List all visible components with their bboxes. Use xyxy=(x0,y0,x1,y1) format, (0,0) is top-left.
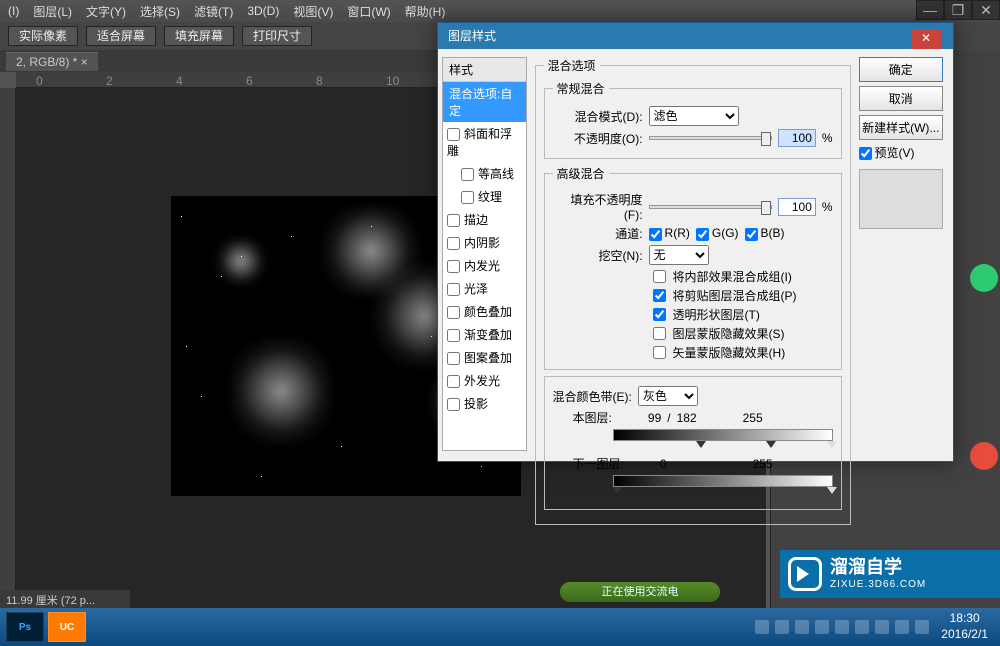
vector-mask-hides-checkbox[interactable] xyxy=(653,346,666,359)
menu-item[interactable]: (I) xyxy=(8,4,19,18)
menu-item[interactable]: 窗口(W) xyxy=(347,3,390,20)
ruler-vertical xyxy=(0,88,16,608)
this-layer-slider[interactable] xyxy=(613,429,833,441)
menu-bar: (I) 图层(L) 文字(Y) 选择(S) 滤镜(T) 3D(D) 视图(V) … xyxy=(0,0,1000,22)
advanced-blending-group: 高级混合 填充不透明度(F): % 通道: R(R) G(G) B(B) xyxy=(544,165,842,370)
fill-opacity-slider[interactable] xyxy=(649,205,772,209)
tray-icon[interactable] xyxy=(895,620,909,634)
layer-mask-hides-checkbox[interactable] xyxy=(653,327,666,340)
style-list-header: 样式 xyxy=(443,58,526,82)
system-tray: 18:302016/2/1 xyxy=(755,611,994,642)
group-label: 常规混合 xyxy=(553,80,609,97)
maximize-button[interactable]: ❐ xyxy=(944,0,972,20)
channel-r[interactable]: R(R) xyxy=(649,226,690,240)
taskbar-uc-icon[interactable]: UC xyxy=(48,612,86,642)
transparency-shapes-checkbox[interactable] xyxy=(653,308,666,321)
ok-button[interactable]: 确定 xyxy=(859,57,943,82)
blend-clipped-checkbox[interactable] xyxy=(653,289,666,302)
fill-screen-button[interactable]: 填充屏幕 xyxy=(164,26,234,46)
blend-if-label: 混合颜色带(E): xyxy=(553,388,632,405)
play-icon xyxy=(788,557,822,591)
tool-circle-green[interactable] xyxy=(970,264,998,292)
menu-item[interactable]: 选择(S) xyxy=(140,3,180,20)
tray-icon[interactable] xyxy=(755,620,769,634)
taskbar-photoshop-icon[interactable]: Ps xyxy=(6,612,44,642)
style-drop-shadow[interactable]: 投影 xyxy=(443,392,526,415)
status-bar: 11.99 厘米 (72 p... xyxy=(0,590,130,608)
channel-g[interactable]: G(G) xyxy=(696,226,739,240)
close-button[interactable]: ✕ xyxy=(972,0,1000,20)
tray-icon[interactable] xyxy=(795,620,809,634)
style-bevel[interactable]: 斜面和浮雕 xyxy=(443,122,526,162)
tray-icon[interactable] xyxy=(815,620,829,634)
tool-circle-red[interactable] xyxy=(970,442,998,470)
menu-item[interactable]: 3D(D) xyxy=(247,4,279,18)
document-tab[interactable]: 2, RGB/8) * × xyxy=(6,52,98,71)
preview-swatch xyxy=(859,169,943,229)
tray-icon[interactable] xyxy=(875,620,889,634)
blend-mode-label: 混合模式(D): xyxy=(553,108,643,125)
style-list: 样式 混合选项:自定 斜面和浮雕 等高线 纹理 描边 内阴影 内发光 光泽 颜色… xyxy=(442,57,527,451)
group-label: 高级混合 xyxy=(553,165,609,182)
blend-if-select[interactable]: 灰色 xyxy=(638,386,698,406)
blend-interior-checkbox[interactable] xyxy=(653,270,666,283)
fill-opacity-label: 填充不透明度(F): xyxy=(553,191,643,222)
menu-item[interactable]: 视图(V) xyxy=(293,3,333,20)
side-tools xyxy=(970,250,1000,484)
style-pattern-overlay[interactable]: 图案叠加 xyxy=(443,346,526,369)
general-blending-group: 常规混合 混合模式(D): 滤色 不透明度(O): % xyxy=(544,80,842,159)
group-label: 混合选项 xyxy=(544,57,600,74)
dialog-title: 图层样式 xyxy=(448,27,496,45)
knockout-label: 挖空(N): xyxy=(553,247,643,264)
underlying-layer-label: 下一图层: xyxy=(573,455,624,472)
blend-mode-select[interactable]: 滤色 xyxy=(649,106,739,126)
menu-item[interactable]: 帮助(H) xyxy=(405,3,446,20)
actual-pixels-button[interactable]: 实际像素 xyxy=(8,26,78,46)
opacity-label: 不透明度(O): xyxy=(553,130,643,147)
style-color-overlay[interactable]: 颜色叠加 xyxy=(443,300,526,323)
style-inner-glow[interactable]: 内发光 xyxy=(443,254,526,277)
print-size-button[interactable]: 打印尺寸 xyxy=(242,26,312,46)
knockout-select[interactable]: 无 xyxy=(649,245,709,265)
opacity-slider[interactable] xyxy=(649,136,772,140)
tray-icon[interactable] xyxy=(775,620,789,634)
style-texture[interactable]: 纹理 xyxy=(443,185,526,208)
menu-item[interactable]: 图层(L) xyxy=(33,3,72,20)
taskbar: Ps UC 18:302016/2/1 xyxy=(0,608,1000,646)
ac-power-badge: 正在使用交流电 xyxy=(560,582,720,602)
tray-icon[interactable] xyxy=(855,620,869,634)
channels-label: 通道: xyxy=(553,225,643,242)
opacity-input[interactable] xyxy=(778,129,816,147)
style-gradient-overlay[interactable]: 渐变叠加 xyxy=(443,323,526,346)
blend-if-group: 混合颜色带(E): 灰色 本图层: 99 / 182 255 下一图层: xyxy=(544,376,842,510)
fit-screen-button[interactable]: 适合屏幕 xyxy=(86,26,156,46)
new-style-button[interactable]: 新建样式(W)... xyxy=(859,115,943,140)
underlying-layer-slider[interactable] xyxy=(613,475,833,487)
preview-checkbox[interactable]: 预览(V) xyxy=(859,144,943,161)
taskbar-clock[interactable]: 18:302016/2/1 xyxy=(935,611,994,642)
style-satin[interactable]: 光泽 xyxy=(443,277,526,300)
menu-item[interactable]: 文字(Y) xyxy=(86,3,126,20)
tray-icon[interactable] xyxy=(915,620,929,634)
tab-close-icon[interactable]: × xyxy=(81,55,88,69)
this-layer-label: 本图层: xyxy=(573,409,612,426)
channel-b[interactable]: B(B) xyxy=(745,226,785,240)
menu-item[interactable]: 滤镜(T) xyxy=(194,3,233,20)
dialog-titlebar[interactable]: 图层样式 ✕ xyxy=(438,23,953,49)
style-stroke[interactable]: 描边 xyxy=(443,208,526,231)
cancel-button[interactable]: 取消 xyxy=(859,86,943,111)
dialog-close-button[interactable]: ✕ xyxy=(911,29,941,49)
brand-watermark: 溜溜自学 ZIXUE.3D66.COM xyxy=(780,550,1000,598)
style-outer-glow[interactable]: 外发光 xyxy=(443,369,526,392)
blending-options-group: 混合选项 常规混合 混合模式(D): 滤色 不透明度(O): % 高级 xyxy=(535,57,851,525)
minimize-button[interactable]: — xyxy=(916,0,944,20)
fill-opacity-input[interactable] xyxy=(778,198,816,216)
style-blending-options[interactable]: 混合选项:自定 xyxy=(443,82,526,122)
layer-style-dialog: 图层样式 ✕ 样式 混合选项:自定 斜面和浮雕 等高线 纹理 描边 内阴影 内发… xyxy=(437,22,954,462)
style-inner-shadow[interactable]: 内阴影 xyxy=(443,231,526,254)
style-contour[interactable]: 等高线 xyxy=(443,162,526,185)
tray-icon[interactable] xyxy=(835,620,849,634)
